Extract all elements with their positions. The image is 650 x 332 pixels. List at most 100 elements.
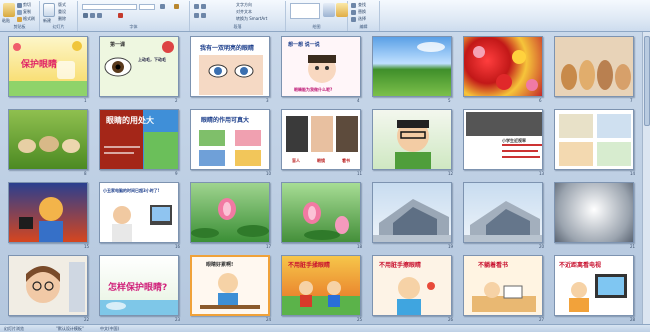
- slide-7-art: [561, 60, 631, 90]
- slide-thumbnail-1[interactable]: 保护眼睛: [8, 36, 88, 97]
- new-slide-icon[interactable]: [43, 3, 55, 17]
- slide-thumbnail-24[interactable]: 眼睛好累啊!: [190, 255, 270, 316]
- slide-thumbnail-8[interactable]: [8, 109, 88, 170]
- slide-thumbnail-12[interactable]: [372, 109, 452, 170]
- grow-font-icon[interactable]: [160, 4, 165, 9]
- slide-thumbnail-25[interactable]: 不用脏手揉眼睛: [281, 255, 361, 316]
- slide-number-8: 8: [84, 171, 87, 176]
- slide-11-cap-2: 眼镜: [317, 158, 325, 163]
- arrange-icon[interactable]: [323, 3, 335, 17]
- slide-26-title: 不用脏手擦眼睛: [379, 262, 422, 269]
- paste-icon[interactable]: [3, 3, 15, 17]
- slide-number-5: 5: [448, 98, 451, 103]
- slides-group-label: 幻灯片: [52, 24, 65, 29]
- reset-button[interactable]: 重设: [58, 9, 66, 15]
- slide-12-art: [395, 120, 431, 169]
- slide-thumbnail-5[interactable]: [372, 36, 452, 97]
- slide-number-20: 20: [539, 244, 545, 249]
- slide-thumbnail-22[interactable]: [8, 255, 88, 316]
- slide-thumbnail-21[interactable]: [554, 182, 634, 243]
- slide-thumbnail-4[interactable]: 想一想 说一说 眼睛能为我做什么呢?: [281, 36, 361, 97]
- slide-11-cap-1: 盲人: [292, 158, 300, 163]
- replace-icon[interactable]: [351, 10, 356, 15]
- slide-thumbnail-7[interactable]: [554, 36, 634, 97]
- bold-icon[interactable]: [83, 13, 88, 18]
- slide-thumbnail-18[interactable]: [281, 182, 361, 243]
- slide-number-17: 17: [266, 244, 272, 249]
- slide-3-title: 我有一双明亮的眼睛: [200, 45, 255, 52]
- slide-thumbnail-2[interactable]: 第一课 上动毛，下动毛: [99, 36, 179, 97]
- quick-styles-icon[interactable]: [336, 3, 348, 17]
- slide-thumbnail-20[interactable]: [463, 182, 543, 243]
- slide-4-subtitle: 眼睛能为我做什么呢?: [294, 87, 333, 92]
- delete-button[interactable]: 删除: [58, 16, 66, 22]
- underline-icon[interactable]: [97, 13, 102, 18]
- text-direction-button[interactable]: 文字方向: [236, 2, 252, 8]
- slide-thumbnail-19[interactable]: [372, 182, 452, 243]
- align-center-icon[interactable]: [201, 13, 206, 18]
- slide-thumbnail-14[interactable]: [554, 109, 634, 170]
- slide-number-6: 6: [539, 98, 542, 103]
- slide-number-22: 22: [84, 317, 90, 322]
- slide-number-13: 13: [539, 171, 545, 176]
- slide-thumbnail-13[interactable]: 小学生近视率: [463, 109, 543, 170]
- slide-number-9: 9: [175, 171, 178, 176]
- slides-group: 新建 版式 重设 删除 幻灯片: [40, 1, 78, 31]
- format-painter-button[interactable]: 格式刷: [23, 16, 35, 22]
- slide-2-title: 第一课: [110, 42, 126, 48]
- slide-thumbnail-11[interactable]: 盲人 眼镜 看书: [281, 109, 361, 170]
- cut-button[interactable]: 剪切: [23, 2, 31, 8]
- slide-thumbnail-9[interactable]: 眼睛的用处大: [99, 109, 179, 170]
- slide-thumbnail-27[interactable]: 不躺着看书: [463, 255, 543, 316]
- vertical-scrollbar[interactable]: [642, 32, 650, 324]
- slide-thumbnail-15[interactable]: [8, 182, 88, 243]
- slide-thumbnail-16[interactable]: 小丑家电脑的时间已超3小时了!: [99, 182, 179, 243]
- slide-15-art: [19, 197, 63, 242]
- slide-number-28: 28: [630, 317, 636, 322]
- slide-8-art: [18, 136, 80, 153]
- slide-22-art: [26, 262, 85, 312]
- cut-icon[interactable]: [17, 3, 22, 8]
- slide-13-subtitle: 小学生近视率: [502, 138, 526, 143]
- format-painter-icon[interactable]: [17, 17, 22, 22]
- smartart-button[interactable]: 转换为 SmartArt: [236, 16, 267, 22]
- slide-number-21: 21: [630, 244, 636, 249]
- font-group-label: 字体: [129, 24, 138, 29]
- layout-button[interactable]: 版式: [58, 2, 66, 8]
- italic-icon[interactable]: [90, 13, 95, 18]
- copy-icon[interactable]: [17, 10, 22, 15]
- numbering-icon[interactable]: [201, 4, 206, 9]
- slide-thumbnail-26[interactable]: 不用脏手擦眼睛: [372, 255, 452, 316]
- find-button[interactable]: 查找: [358, 2, 366, 8]
- slide-thumbnail-28[interactable]: 不近距离看电视: [554, 255, 634, 316]
- bullets-icon[interactable]: [194, 4, 199, 9]
- drawing-group: 绘图: [286, 1, 348, 31]
- align-text-button[interactable]: 对齐文本: [236, 9, 252, 15]
- select-icon[interactable]: [351, 17, 356, 22]
- drawing-group-label: 绘图: [312, 24, 321, 29]
- find-icon[interactable]: [351, 3, 356, 8]
- select-button[interactable]: 选择: [358, 16, 366, 22]
- slide-thumbnail-23[interactable]: 怎样保护眼睛?: [99, 255, 179, 316]
- slide-thumbnail-17[interactable]: [190, 182, 270, 243]
- editing-group: 查找 替换 选择 编辑: [348, 1, 380, 31]
- clipboard-group-label: 剪贴板: [13, 24, 26, 29]
- slide-number-27: 27: [539, 317, 545, 322]
- slide-thumbnail-10[interactable]: 眼睛的作用可真大: [190, 109, 270, 170]
- shapes-gallery[interactable]: [290, 3, 320, 19]
- replace-button[interactable]: 替换: [358, 9, 366, 15]
- slide-5-art: [417, 42, 445, 52]
- copy-button[interactable]: 复制: [23, 9, 31, 15]
- font-color-icon[interactable]: [118, 13, 123, 18]
- slide-thumbnail-3[interactable]: 我有一双明亮的眼睛: [190, 36, 270, 97]
- slide-thumbnail-6[interactable]: [463, 36, 543, 97]
- slide-4-title: 想一想 说一说: [288, 42, 320, 48]
- slide-2-subtitle: 上动毛，下动毛: [138, 57, 166, 62]
- clear-format-icon[interactable]: [174, 4, 179, 9]
- slide-6-art: [473, 46, 538, 91]
- font-name-field[interactable]: [82, 4, 137, 10]
- scrollbar-thumb[interactable]: [644, 36, 650, 126]
- font-size-field[interactable]: [139, 4, 155, 10]
- align-left-icon[interactable]: [194, 13, 199, 18]
- slide-number-1: 1: [84, 98, 87, 103]
